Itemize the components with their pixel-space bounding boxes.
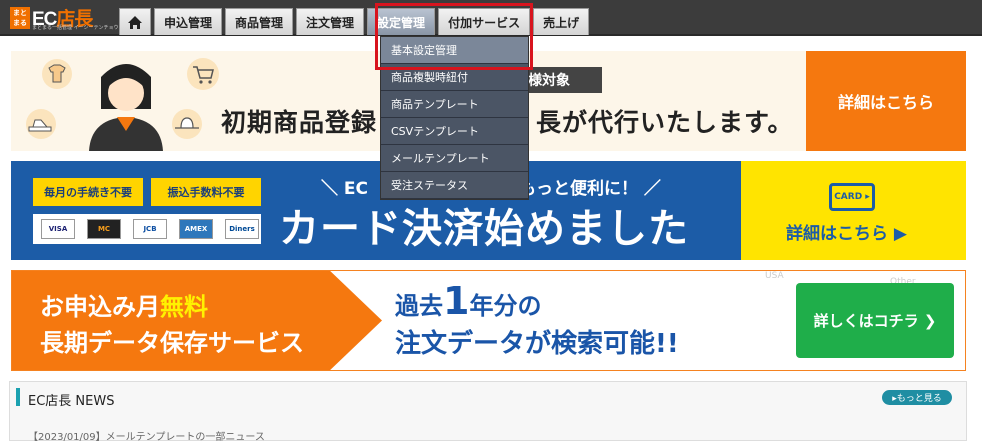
no-transfer-fee-badge: 振込手数料不要 bbox=[151, 178, 261, 206]
no-monthly-procedure-badge: 毎月の手続き不要 bbox=[33, 178, 143, 206]
red-highlight-box bbox=[375, 3, 533, 70]
data-storage-banner[interactable]: USA Other お申込み月無料 長期データ保存サービス 過去1年分の 注文デ… bbox=[11, 270, 966, 371]
banner2-headline: カード決済始めました bbox=[279, 206, 689, 252]
banner1-headline: 初期商品登録 長が代行いたします。 bbox=[221, 108, 794, 137]
ec-tencho-logo[interactable]: まとまる EC店長 まとまる一括管理 イーシーテンチョウ bbox=[10, 4, 119, 31]
home-icon bbox=[128, 15, 142, 29]
banner1-details-button[interactable]: 詳細はこちら bbox=[806, 51, 966, 151]
logo-tagline: まとまる一括管理 イーシーテンチョウ bbox=[32, 25, 119, 31]
shirt-icon bbox=[42, 59, 72, 89]
menu-item-order-status[interactable]: 受注ステータス bbox=[381, 172, 528, 199]
card-brand-logos: VISA MC JCB AMEX Diners bbox=[33, 214, 261, 244]
news-more-button[interactable]: ▸もっと見る bbox=[882, 390, 952, 405]
amex-icon: AMEX bbox=[179, 219, 213, 239]
mastercard-icon: MC bbox=[87, 219, 121, 239]
menu-item-mail-template[interactable]: メールテンプレート bbox=[381, 145, 528, 172]
jcb-icon: JCB bbox=[133, 219, 167, 239]
menu-item-product-template[interactable]: 商品テンプレート bbox=[381, 91, 528, 118]
news-section: EC店長 NEWS ▸もっと見る 【2023/01/09】メールテンプレートの一… bbox=[9, 381, 967, 443]
banner2-cta-label: 詳細はこちら ▶ bbox=[786, 224, 907, 244]
tab-products[interactable]: 商品管理 bbox=[225, 8, 294, 35]
news-accent-bar bbox=[16, 388, 20, 406]
banner3-right-line1: 過去1年分の bbox=[395, 279, 542, 323]
banner3-details-button[interactable]: 詳しくはコチラ ❯ bbox=[796, 283, 954, 358]
banner3-right-line2: 注文データが検索可能!! bbox=[395, 329, 679, 359]
tab-sales[interactable]: 売上げ bbox=[533, 8, 590, 35]
menu-item-csv-template[interactable]: CSVテンプレート bbox=[381, 118, 528, 145]
hat-icon bbox=[172, 109, 202, 139]
banner2-details-button[interactable]: CARD ▸ 詳細はこちら ▶ bbox=[741, 161, 966, 260]
news-title: EC店長 NEWS bbox=[28, 394, 115, 409]
card-icon: CARD ▸ bbox=[829, 183, 875, 211]
tab-orders[interactable]: 注文管理 bbox=[296, 8, 365, 35]
shoe-icon bbox=[26, 109, 56, 139]
background-label-usa: USA bbox=[765, 271, 784, 281]
banner3-line1: お申込み月無料 bbox=[40, 293, 208, 321]
person-illustration bbox=[89, 64, 163, 151]
cart-icon bbox=[187, 58, 219, 90]
news-item[interactable]: 【2023/01/09】メールテンプレートの一部ニュース bbox=[28, 428, 265, 443]
diners-icon: Diners bbox=[225, 219, 259, 239]
banner1-tag: 様対象 bbox=[522, 67, 602, 93]
home-tab[interactable] bbox=[119, 8, 151, 35]
visa-icon: VISA bbox=[41, 219, 75, 239]
logo-mark: まとまる bbox=[10, 6, 30, 29]
tab-application[interactable]: 申込管理 bbox=[154, 8, 223, 35]
banner3-line2: 長期データ保存サービス bbox=[40, 329, 304, 357]
